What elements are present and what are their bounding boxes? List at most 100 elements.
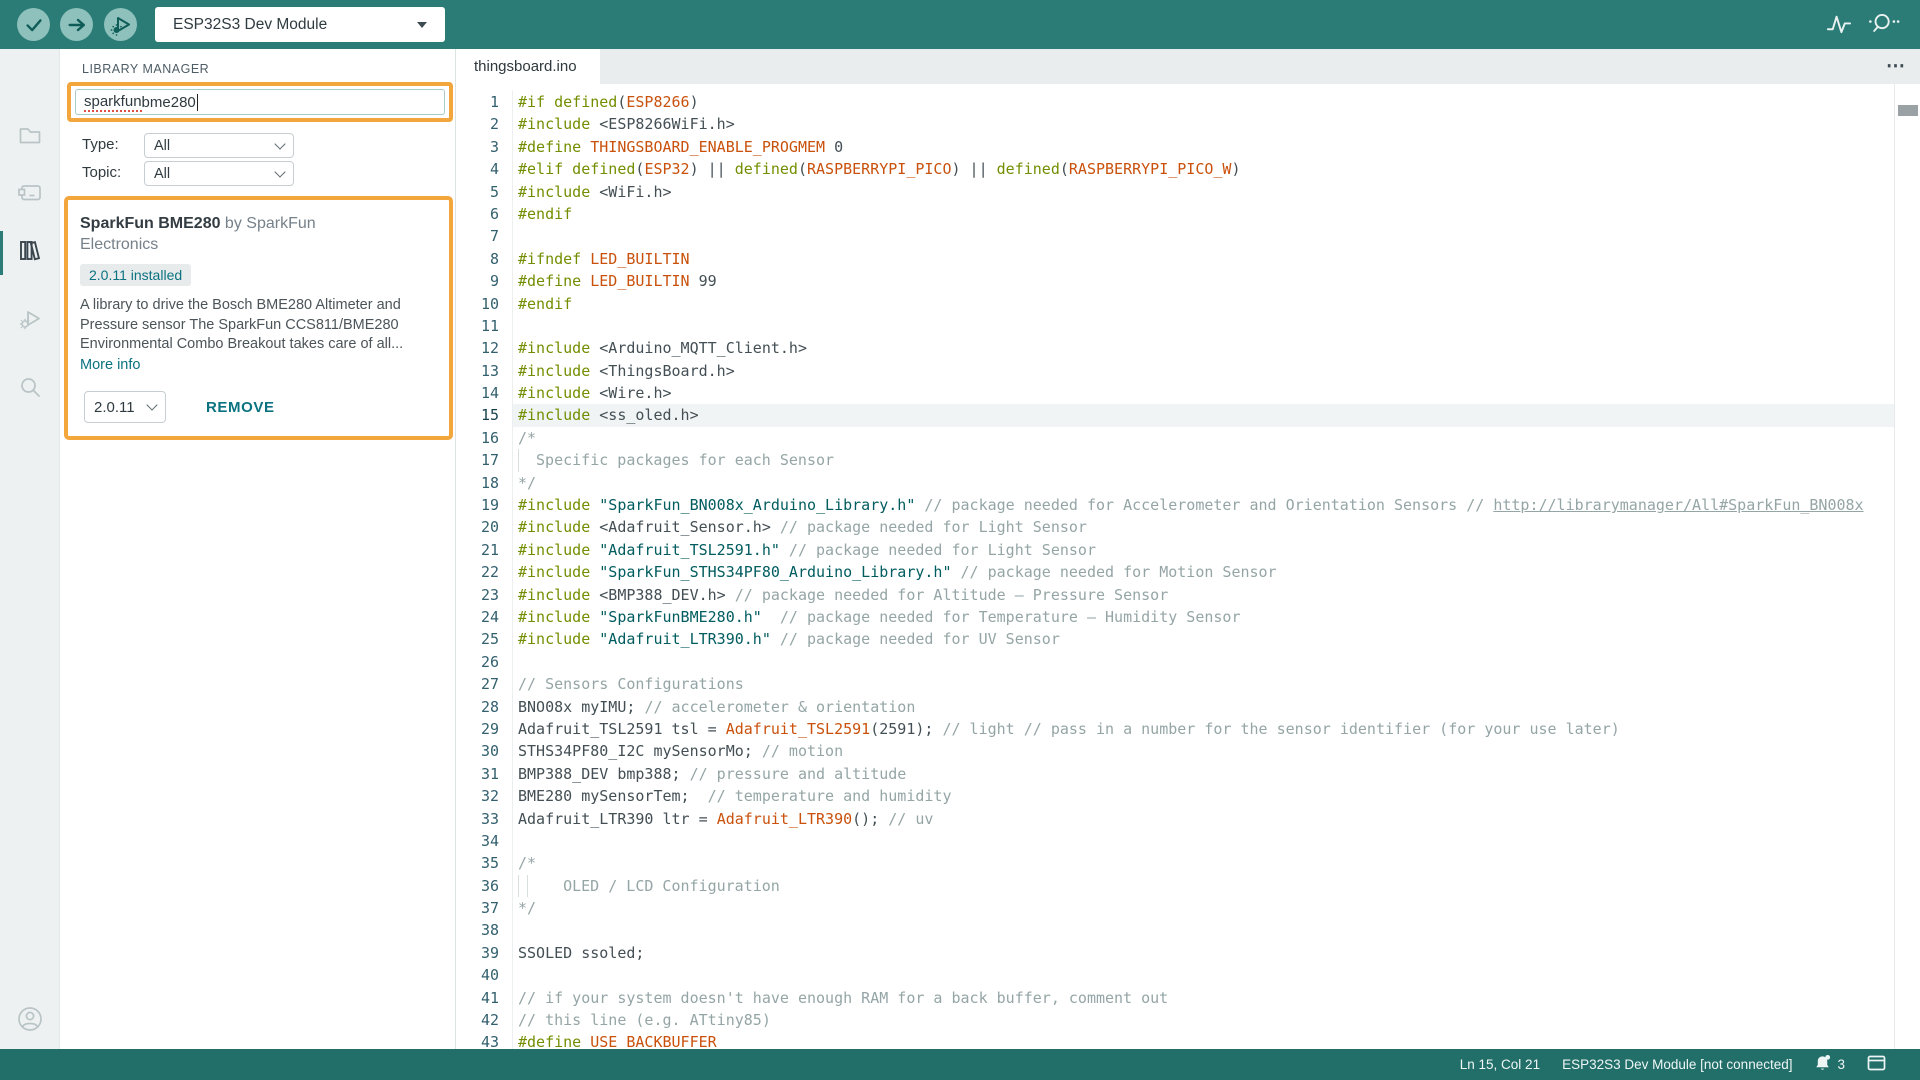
code-line[interactable]: 14#include <Wire.h> (456, 382, 1920, 404)
line-number: 41 (456, 987, 499, 1009)
code-line[interactable]: 9#define LED_BUILTIN 99 (456, 270, 1920, 292)
topic-filter-dropdown[interactable]: All (144, 161, 294, 186)
sidebar-item-search[interactable] (0, 367, 59, 411)
serial-plotter-icon[interactable] (1825, 9, 1852, 41)
line-number: 22 (456, 561, 499, 583)
code-line[interactable]: 41// if your system doesn't have enough … (456, 987, 1920, 1009)
tab-overflow-menu[interactable]: ⋯ (1886, 49, 1906, 84)
tab-thingsboard-ino[interactable]: thingsboard.ino (456, 49, 600, 84)
code-line[interactable]: 12#include <Arduino_MQTT_Client.h> (456, 337, 1920, 359)
code-line[interactable]: 25#include "Adafruit_LTR390.h" // packag… (456, 628, 1920, 650)
code-line[interactable]: 37*/ (456, 897, 1920, 919)
code-line[interactable]: 15#include <ss_oled.h> (456, 404, 1920, 426)
code-editor[interactable]: 1#if defined(ESP8266)2#include <ESP8266W… (456, 84, 1920, 1049)
code-line[interactable]: 30STHS34PF80_I2C mySensorMo; // motion (456, 740, 1920, 762)
code-line[interactable]: 8 #ifndef LED_BUILTIN (456, 248, 1920, 270)
code-line[interactable]: 10#endif (456, 293, 1920, 315)
notifications-status[interactable]: 3 (1814, 1054, 1845, 1075)
code-line[interactable]: 34 (456, 830, 1920, 852)
code-line[interactable]: 3#define THINGSBOARD_ENABLE_PROGMEM 0 (456, 136, 1920, 158)
cursor-position-status[interactable]: Ln 15, Col 21 (1460, 1057, 1540, 1072)
code-line[interactable]: 29Adafruit_TSL2591 tsl = Adafruit_TSL259… (456, 718, 1920, 740)
editor-scrollbar[interactable] (1894, 84, 1920, 1049)
line-number: 6 (456, 203, 499, 225)
code-line[interactable]: 24#include "SparkFunBME280.h" // package… (456, 606, 1920, 628)
library-manager-panel: LIBRARY MANAGER sparkfun bme280 Type: Al… (60, 49, 456, 1049)
code-text: #define USE_BACKBUFFER (512, 1031, 1920, 1049)
type-filter-dropdown[interactable]: All (144, 133, 294, 158)
tab-bar: thingsboard.ino ⋯ (456, 49, 1920, 84)
code-text: #include <ss_oled.h> (512, 404, 1920, 426)
line-number: 38 (456, 919, 499, 941)
code-line[interactable]: 23#include <BMP388_DEV.h> // package nee… (456, 584, 1920, 606)
sidebar-item-sketchbook[interactable] (0, 115, 59, 159)
board-selector-value: ESP32S3 Dev Module (173, 16, 327, 34)
annotation-highlight-search: sparkfun bme280 (67, 82, 453, 122)
code-line[interactable]: 33Adafruit_LTR390 ltr = Adafruit_LTR390(… (456, 808, 1920, 830)
serial-monitor-icon[interactable] (1868, 9, 1900, 41)
topic-filter-label: Topic: (82, 164, 121, 181)
verify-button[interactable] (17, 8, 50, 41)
line-number: 3 (456, 136, 499, 158)
librarymanager-link[interactable]: http://librarymanager/All#SparkFun_BN008… (1493, 496, 1863, 514)
sidebar-item-library-manager[interactable] (0, 231, 59, 275)
board-connection-status[interactable]: ESP32S3 Dev Module [not connected] (1562, 1057, 1792, 1072)
code-line[interactable]: 16/* (456, 427, 1920, 449)
code-line[interactable]: 13#include <ThingsBoard.h> (456, 360, 1920, 382)
code-text: #include <Adafruit_Sensor.h> // package … (512, 516, 1920, 538)
code-line[interactable]: 11 (456, 315, 1920, 337)
line-number: 31 (456, 763, 499, 785)
code-line[interactable]: 27// Sensors Configurations (456, 673, 1920, 695)
scrollbar-thumb[interactable] (1898, 105, 1918, 116)
more-info-link[interactable]: More info (80, 357, 140, 373)
library-card-actions: 2.0.11 REMOVE (84, 391, 275, 423)
sidebar-item-boards-manager[interactable] (0, 173, 59, 217)
code-line[interactable]: 22#include "SparkFun_STHS34PF80_Arduino_… (456, 561, 1920, 583)
code-line[interactable]: 5#include <WiFi.h> (456, 181, 1920, 203)
code-line[interactable]: 17 Specific packages for each Sensor (456, 449, 1920, 471)
code-line[interactable]: 28BNO08x myIMU; // accelerometer & orien… (456, 696, 1920, 718)
sidebar-item-debug[interactable] (0, 299, 59, 343)
search-input[interactable]: sparkfun bme280 (75, 89, 445, 115)
code-text: #ifndef LED_BUILTIN (512, 248, 1920, 270)
code-line[interactable]: 19#include "SparkFun_BN008x_Arduino_Libr… (456, 494, 1920, 516)
status-bar: Ln 15, Col 21 ESP32S3 Dev Module [not co… (0, 1049, 1920, 1080)
toggle-panel-button[interactable] (1867, 1055, 1886, 1074)
line-number: 37 (456, 897, 499, 919)
line-number: 8 (456, 248, 499, 270)
code-line[interactable]: 4#elif defined(ESP32) || defined(RASPBER… (456, 158, 1920, 180)
remove-button[interactable]: REMOVE (206, 399, 275, 416)
line-number: 40 (456, 964, 499, 986)
code-line[interactable]: 18*/ (456, 472, 1920, 494)
code-line[interactable]: 42// this line (e.g. ATtiny85) (456, 1009, 1920, 1031)
code-line[interactable]: 36 OLED / LCD Configuration (456, 875, 1920, 897)
debug-icon (109, 13, 133, 37)
code-line[interactable]: 1#if defined(ESP8266) (456, 91, 1920, 113)
type-filter-value: All (154, 138, 170, 154)
code-line[interactable]: 2#include <ESP8266WiFi.h> (456, 113, 1920, 135)
board-selector-dropdown[interactable]: ESP32S3 Dev Module (155, 7, 445, 42)
code-line[interactable]: 40 (456, 964, 1920, 986)
code-line[interactable]: 35/* (456, 852, 1920, 874)
code-line[interactable]: 7 (456, 225, 1920, 247)
upload-button[interactable] (60, 8, 93, 41)
code-line[interactable]: 32BME280 mySensorTem; // temperature and… (456, 785, 1920, 807)
code-text: #define LED_BUILTIN 99 (512, 270, 1920, 292)
code-line[interactable]: 6#endif (456, 203, 1920, 225)
code-line[interactable]: 21#include "Adafruit_TSL2591.h" // packa… (456, 539, 1920, 561)
version-dropdown[interactable]: 2.0.11 (84, 391, 166, 423)
code-line[interactable]: 38 (456, 919, 1920, 941)
code-text (512, 651, 1920, 673)
arrow-right-icon (66, 14, 88, 36)
code-line[interactable]: 43#define USE_BACKBUFFER (456, 1031, 1920, 1049)
code-text (512, 225, 1920, 247)
code-line[interactable]: 26 (456, 651, 1920, 673)
code-line[interactable]: 20#include <Adafruit_Sensor.h> // packag… (456, 516, 1920, 538)
line-number: 32 (456, 785, 499, 807)
start-debugging-button[interactable] (104, 8, 137, 41)
code-line[interactable]: 39SSOLED ssoled; (456, 942, 1920, 964)
indent-guide-line (527, 875, 536, 897)
code-line[interactable]: 31BMP388_DEV bmp388; // pressure and alt… (456, 763, 1920, 785)
sidebar-item-account[interactable] (0, 999, 59, 1043)
chevron-down-icon (146, 399, 157, 410)
